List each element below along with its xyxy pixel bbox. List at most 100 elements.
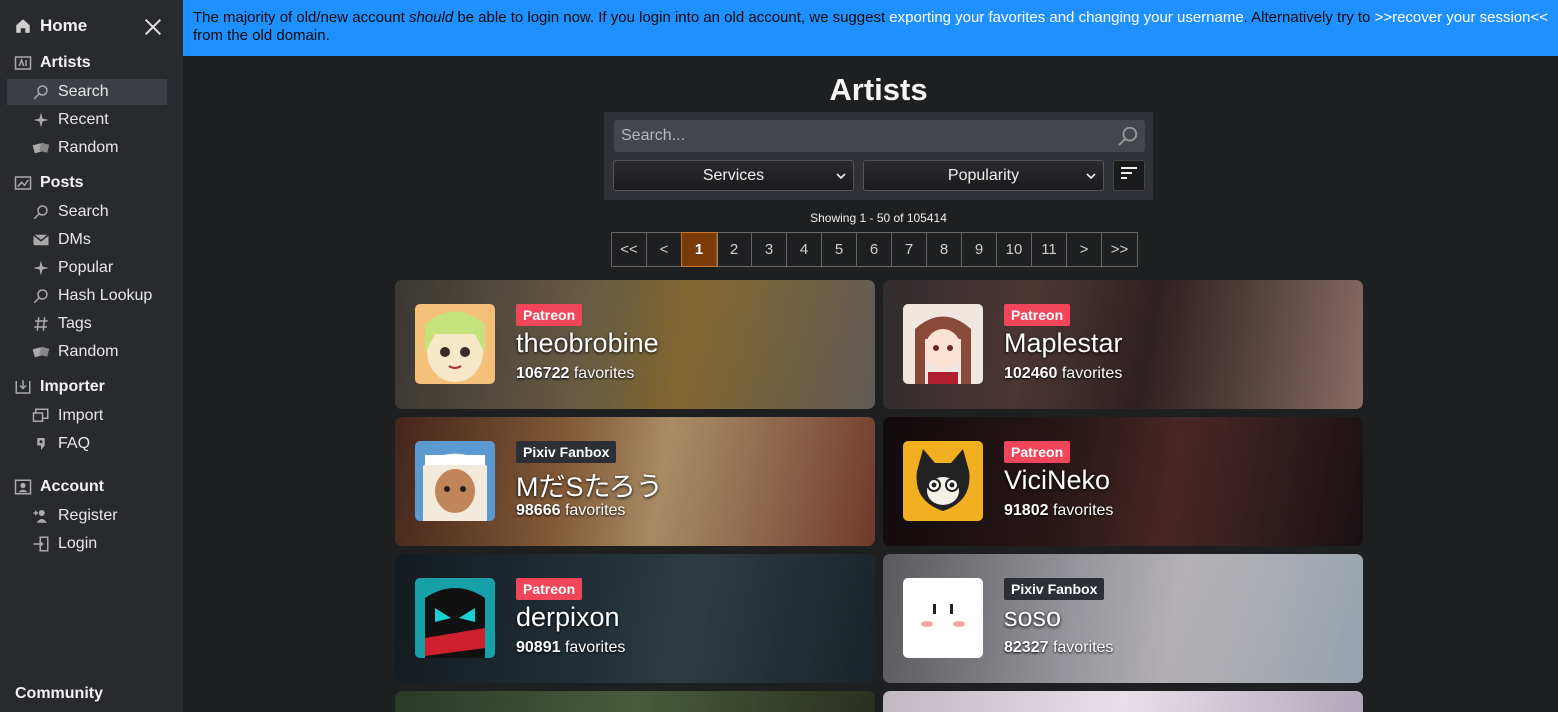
export-favorites-link[interactable]: exporting your favorites and changing yo… bbox=[889, 9, 1243, 26]
sidebar-item-label: Register bbox=[58, 507, 118, 524]
favorites-number: 91802 bbox=[1004, 502, 1049, 519]
close-icon[interactable] bbox=[142, 16, 164, 38]
page-number[interactable]: 11 bbox=[1032, 233, 1067, 266]
artist-search-input[interactable] bbox=[614, 120, 1145, 152]
posts-icon bbox=[14, 174, 32, 192]
search-icon bbox=[32, 83, 50, 101]
page-number[interactable]: 3 bbox=[752, 233, 787, 266]
sidebar-item-posts-hash-lookup[interactable]: Hash Lookup bbox=[7, 283, 167, 309]
favorites-count: 106722 favorites bbox=[516, 365, 634, 383]
hash-icon bbox=[32, 315, 50, 333]
artist-card[interactable] bbox=[395, 691, 875, 712]
artist-avatar bbox=[415, 578, 495, 658]
banner-text: from the old domain. bbox=[193, 27, 330, 44]
page-number[interactable]: 6 bbox=[857, 233, 892, 266]
artist-name: derpixon bbox=[516, 602, 620, 632]
sidebar-item-label: Random bbox=[58, 343, 119, 360]
artist-name: ViciNeko bbox=[1004, 465, 1111, 495]
artist-card[interactable]: Patreon derpixon 90891 favorites bbox=[395, 554, 875, 683]
sidebar-section-artists: Artists bbox=[14, 54, 91, 72]
artist-card[interactable]: Pixiv Fanbox soso 82327 favorites bbox=[883, 554, 1363, 683]
sidebar-home[interactable]: Home bbox=[14, 16, 87, 36]
banner-text: . Alternatively try to bbox=[1243, 9, 1375, 26]
sidebar-item-label: Login bbox=[58, 535, 98, 552]
pagination: << < 1 2 3 4 5 6 7 8 9 10 11 > >> bbox=[611, 232, 1138, 267]
sort-lines-icon bbox=[1119, 163, 1139, 188]
artist-avatar bbox=[903, 578, 983, 658]
sidebar-item-posts-tags[interactable]: Tags bbox=[7, 311, 167, 337]
page-number[interactable]: 2 bbox=[717, 233, 752, 266]
page-number[interactable]: 7 bbox=[892, 233, 927, 266]
page-number[interactable]: 8 bbox=[927, 233, 962, 266]
favorites-number: 106722 bbox=[516, 365, 570, 382]
sidebar-section-posts: Posts bbox=[14, 174, 84, 192]
favorites-label: favorites bbox=[1052, 639, 1114, 656]
service-badge: Patreon bbox=[516, 304, 583, 326]
recover-session-link[interactable]: >>recover your session<< bbox=[1375, 9, 1548, 26]
artist-name: Maplestar bbox=[1004, 328, 1123, 358]
artist-card[interactable]: Pixiv Fanbox MだSたろう 98666 favorites bbox=[395, 417, 875, 546]
sort-select[interactable]: Popularity bbox=[863, 160, 1104, 191]
page-number[interactable]: 5 bbox=[822, 233, 857, 266]
sidebar-item-artists-recent[interactable]: Recent bbox=[7, 107, 167, 133]
sidebar-home-label: Home bbox=[40, 16, 88, 35]
sidebar-section-community[interactable]: Community bbox=[15, 685, 103, 703]
service-select[interactable]: Services bbox=[613, 160, 854, 191]
artist-card[interactable] bbox=[883, 691, 1363, 712]
favorites-count: 102460 favorites bbox=[1004, 365, 1122, 383]
page-last[interactable]: >> bbox=[1102, 233, 1137, 266]
dice-icon bbox=[32, 139, 50, 157]
sidebar-item-label: FAQ bbox=[58, 435, 91, 452]
artist-card[interactable]: Patreon Maplestar 102460 favorites bbox=[883, 280, 1363, 409]
sidebar-item-label: Random bbox=[58, 139, 119, 156]
sidebar-item-label: Recent bbox=[58, 111, 109, 128]
sidebar-item-import[interactable]: Import bbox=[7, 403, 167, 429]
sort-order-button[interactable] bbox=[1113, 160, 1145, 191]
favorites-count: 98666 favorites bbox=[516, 502, 625, 520]
sidebar-item-posts-dms[interactable]: DMs bbox=[7, 227, 167, 253]
artist-card[interactable]: Patreon ViciNeko 91802 favorites bbox=[883, 417, 1363, 546]
favorites-label: favorites bbox=[1061, 365, 1123, 382]
banner-text: The majority of old/new account bbox=[193, 9, 409, 26]
page-number[interactable]: 9 bbox=[962, 233, 997, 266]
sparkle-icon bbox=[32, 259, 50, 277]
sidebar-item-posts-popular[interactable]: Popular bbox=[7, 255, 167, 281]
sidebar-section-title: Artists bbox=[40, 54, 91, 71]
home-icon bbox=[14, 17, 32, 35]
sidebar-item-artists-search[interactable]: Search bbox=[7, 79, 167, 105]
favorites-count: 90891 favorites bbox=[516, 639, 625, 657]
artist-name: soso bbox=[1004, 602, 1062, 632]
sidebar-item-label: Search bbox=[58, 203, 109, 220]
page-first[interactable]: << bbox=[612, 233, 647, 266]
sidebar-item-faq[interactable]: FAQ bbox=[7, 431, 167, 457]
page-title: Artists bbox=[829, 72, 928, 107]
sidebar-item-posts-search[interactable]: Search bbox=[7, 199, 167, 225]
sidebar-item-login[interactable]: Login bbox=[7, 531, 167, 557]
user-plus-icon bbox=[32, 507, 50, 525]
importer-icon bbox=[14, 378, 32, 396]
sparkle-icon bbox=[32, 111, 50, 129]
favorites-number: 82327 bbox=[1004, 639, 1049, 656]
page-number[interactable]: 4 bbox=[787, 233, 822, 266]
artist-avatar bbox=[415, 441, 495, 521]
artist-card[interactable]: Patreon theobrobine 106722 favorites bbox=[395, 280, 875, 409]
artist-avatar bbox=[415, 304, 495, 384]
search-icon bbox=[32, 203, 50, 221]
service-badge: Pixiv Fanbox bbox=[516, 441, 617, 463]
search-icon[interactable] bbox=[1117, 125, 1139, 147]
sidebar-item-register[interactable]: Register bbox=[7, 503, 167, 529]
service-select-value: Services bbox=[702, 166, 765, 184]
favorites-label: favorites bbox=[564, 502, 626, 519]
favorites-label: favorites bbox=[573, 365, 635, 382]
page-next[interactable]: > bbox=[1067, 233, 1102, 266]
sidebar-item-posts-random[interactable]: Random bbox=[7, 339, 167, 365]
page-number[interactable]: 10 bbox=[997, 233, 1032, 266]
sidebar-item-artists-random[interactable]: Random bbox=[7, 135, 167, 161]
announcement-banner: The majority of old/new account should b… bbox=[183, 0, 1558, 56]
page-current[interactable]: 1 bbox=[681, 232, 718, 267]
artist-avatar bbox=[903, 441, 983, 521]
login-icon bbox=[32, 535, 50, 553]
page-prev[interactable]: < bbox=[647, 233, 682, 266]
artists-icon bbox=[14, 54, 32, 72]
sidebar-item-label: DMs bbox=[58, 231, 91, 248]
